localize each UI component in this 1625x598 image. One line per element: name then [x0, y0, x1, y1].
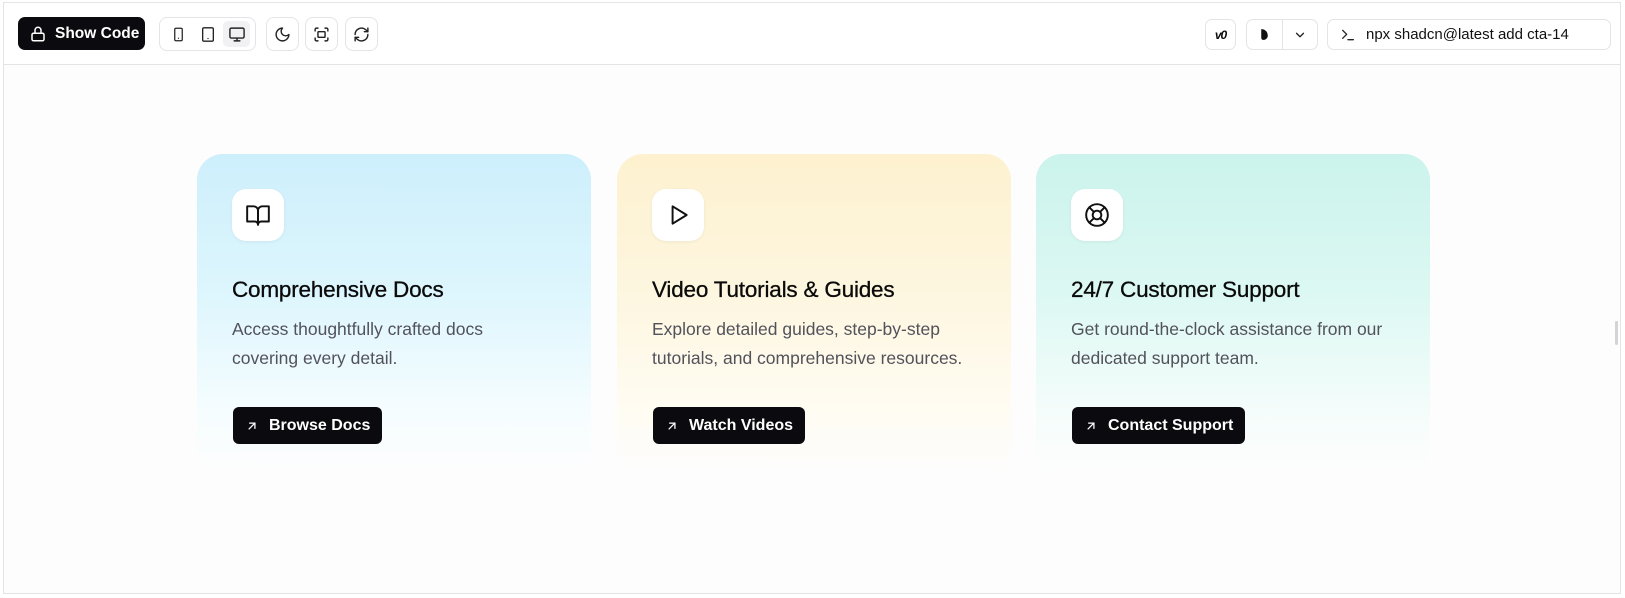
support-card: 24/7 Customer Support Get round-the-cloc…	[1036, 154, 1430, 472]
card-description: Explore detailed guides, step-by-step tu…	[652, 319, 963, 368]
watch-videos-button[interactable]: Watch Videos	[653, 407, 806, 444]
cta-label: Contact Support	[1108, 416, 1234, 434]
card-icon-badge	[232, 189, 284, 241]
arrow-up-right-icon	[1087, 421, 1095, 430]
preview-frame: Show Code v0 npx shadcn@latest add cta-1…	[3, 2, 1621, 594]
card-title: Video Tutorials & Guides	[652, 277, 895, 302]
life-buoy-icon	[1085, 203, 1109, 227]
book-open-icon	[246, 205, 270, 226]
docs-card: Comprehensive Docs Access thoughtfully c…	[197, 154, 591, 472]
card-description: Get round-the-clock assistance from our …	[1071, 319, 1383, 368]
scrollbar-thumb[interactable]	[1615, 321, 1618, 345]
card-icon-badge	[1071, 189, 1123, 241]
contact-support-button[interactable]: Contact Support	[1072, 407, 1246, 444]
card-icon-badge	[652, 189, 704, 241]
play-icon	[671, 205, 688, 225]
cta-label: Browse Docs	[269, 416, 371, 434]
videos-card: Video Tutorials & Guides Explore detaile…	[617, 154, 1011, 472]
browse-docs-button[interactable]: Browse Docs	[233, 407, 383, 444]
cta-label: Watch Videos	[689, 416, 794, 434]
card-title: Comprehensive Docs	[232, 277, 444, 302]
card-title: 24/7 Customer Support	[1071, 277, 1300, 302]
cta-section: Comprehensive Docs Access thoughtfully c…	[4, 3, 1620, 593]
card-description: Access thoughtfully crafted docs coverin…	[232, 319, 483, 368]
arrow-up-right-icon	[248, 421, 256, 430]
arrow-up-right-icon	[668, 421, 676, 430]
